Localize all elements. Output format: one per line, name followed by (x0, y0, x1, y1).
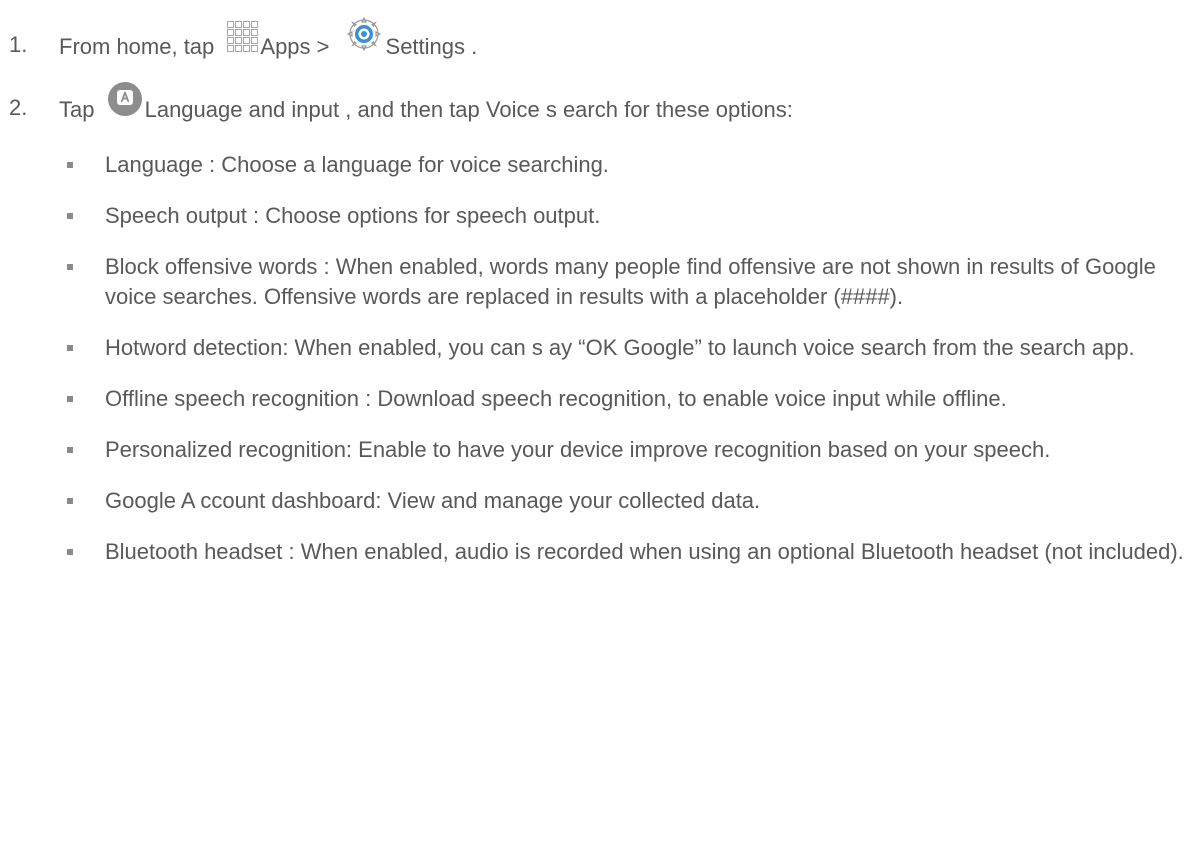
list-item: Bluetooth headset : When enabled, audio … (0, 537, 1199, 567)
apps-grid-icon (226, 20, 259, 53)
settings-gear-icon (346, 16, 382, 52)
list-item: Block offensive words : When enabled, wo… (0, 252, 1199, 312)
apps-label: Apps (260, 33, 311, 59)
bullet-icon (67, 345, 73, 351)
bullet-icon (67, 396, 73, 402)
list-item: Offline speech recognition : Download sp… (0, 384, 1199, 414)
bullet-icon (67, 498, 73, 504)
bullet-icon (67, 549, 73, 555)
option-text: Hotword detection: When enabled, you can… (105, 335, 1135, 360)
list-item: Hotword detection: When enabled, you can… (0, 333, 1199, 363)
list-item: Language : Choose a language for voice s… (0, 150, 1199, 180)
option-text: Speech output : Choose options for speec… (105, 203, 601, 228)
option-text: Google A ccount dashboard: View and mana… (105, 488, 761, 513)
bullet-icon (67, 447, 73, 453)
option-text: Offline speech recognition : Download sp… (105, 386, 1007, 411)
option-text: Personalized recognition: Enable to have… (105, 437, 1051, 462)
list-item: Speech output : Choose options for speec… (0, 201, 1199, 231)
option-text: Bluetooth headset : When enabled, audio … (105, 539, 1184, 564)
list-item: Personalized recognition: Enable to have… (0, 435, 1199, 465)
step-1-text: From home, tap Apps > Settings . (59, 16, 478, 66)
step-1-separator: > (310, 33, 330, 59)
step-2-suffix: Language and input , and then tap Voice … (144, 96, 793, 122)
voice-search-options-list: Language : Choose a language for voice s… (0, 150, 1199, 588)
step-number: 2. (9, 95, 28, 120)
step-1-prefix: From home, tap (59, 33, 221, 59)
list-item: Google A ccount dashboard: View and mana… (0, 486, 1199, 516)
language-input-icon (107, 81, 143, 117)
bullet-icon (67, 162, 73, 168)
option-text: Language : Choose a language for voice s… (105, 152, 609, 177)
bullet-icon (67, 264, 73, 270)
step-2-text: Tap Language and input , and then tap Vo… (59, 82, 793, 129)
step-number: 1. (9, 32, 28, 57)
option-text: Block offensive words : When enabled, wo… (105, 254, 1156, 309)
settings-label: Settings . (385, 33, 478, 59)
bullet-icon (67, 213, 73, 219)
step-2-prefix: Tap (59, 96, 101, 122)
